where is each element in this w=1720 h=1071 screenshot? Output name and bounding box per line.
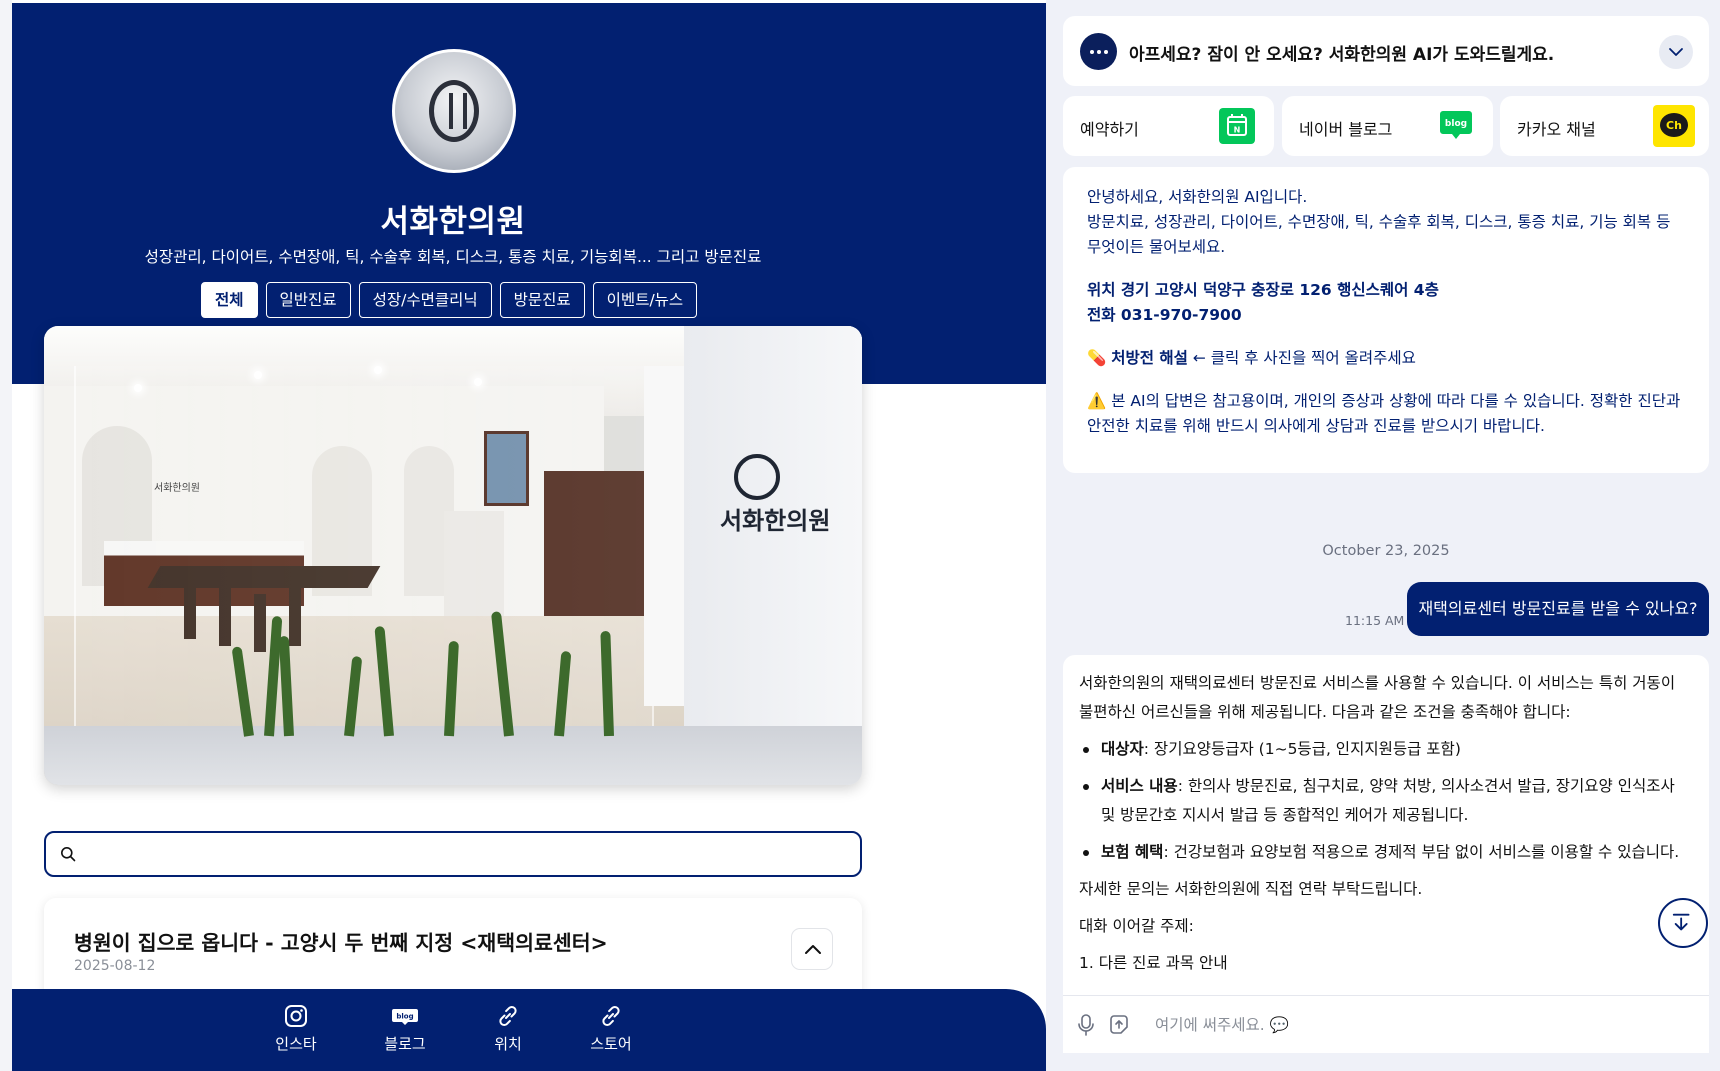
wall-sign-text: 서화한의원 [720,507,831,535]
quick-link-naver-blog[interactable]: 네이버 블로그 blog [1282,96,1493,156]
followup-topic-1[interactable]: 1. 다른 진료 과목 안내 [1079,949,1693,978]
svg-text:Ch: Ch [1666,119,1682,132]
post-title[interactable]: 병원이 집으로 옵니다 - 고양시 두 번째 지정 <재택의료센터> [74,926,608,956]
clinic-phone[interactable]: 전화 031-970-7900 [1087,306,1242,324]
svg-text:blog: blog [396,1013,413,1021]
quick-link-booking[interactable]: 예약하기 N [1063,96,1274,156]
user-message-time: 11:15 AM [1345,613,1405,628]
instagram-icon [285,1005,307,1027]
clinic-description: 성장관리, 다이어트, 수면장애, 틱, 수술후 회복, 디스크, 통증 치료,… [144,248,762,266]
prescription-explain-link[interactable]: 💊 처방전 해설 ← 클릭 후 사진을 찍어 올려주세요 [1087,346,1685,371]
search-bar [44,831,862,877]
answer-list: 대상자: 장기요양등급자 (1~5등급, 인지지원등급 포함) 서비스 내용: … [1079,735,1693,867]
message-input[interactable] [1155,1010,1675,1040]
nav-blog[interactable]: blog 블로그 [370,1003,440,1054]
user-message: 재택의료센터 방문진료를 받을 수 있나요? [1407,582,1709,636]
search-input[interactable] [86,839,846,869]
svg-text:blog: blog [1445,119,1467,129]
tab-growth-sleep[interactable]: 성장/수면클리닉 [358,282,492,318]
collapse-button[interactable] [791,928,833,970]
page-gutter [0,0,12,1071]
message-composer [1063,995,1709,1053]
followup-label: 대화 이어갈 주제: [1079,917,1194,935]
chevron-down-icon [1669,48,1683,56]
clinic-profile-page: 서화한의원 성장관리, 다이어트, 수면장애, 틱, 수술후 회복, 디스크, … [0,0,1046,1071]
list-item: 대상자: 장기요양등급자 (1~5등급, 인지지원등급 포함) [1079,735,1693,764]
welcome-greeting: 안녕하세요, 서화한의원 AI입니다. [1087,188,1308,206]
chat-date-separator: October 23, 2025 [1322,543,1450,559]
clinic-logo-icon [429,80,479,142]
nav-store[interactable]: 스토어 [576,1003,646,1054]
ai-answer-message: 서화한의원의 재택의료센터 방문진료 서비스를 사용할 수 있습니다. 이 서비… [1063,655,1709,995]
ai-disclaimer: 본 AI의 답변은 참고용이며, 개인의 증상과 상황에 따라 다를 수 있습니… [1087,392,1681,435]
tab-home-visit[interactable]: 방문진료 [499,282,585,318]
answer-intro: 서화한의원의 재택의료센터 방문진료 서비스를 사용할 수 있습니다. 이 서비… [1079,674,1676,721]
bot-avatar-icon [1080,33,1117,70]
scroll-to-bottom-button[interactable] [1658,898,1708,948]
list-item: 보험 혜택: 건강보험과 요양보험 적용으로 경제적 부담 없이 서비스를 이용… [1079,838,1693,867]
welcome-intro: 방문치료, 성장관리, 다이어트, 수면장애, 틱, 수술후 회복, 디스크, … [1087,213,1671,256]
chevron-up-icon [805,945,821,954]
clinic-location: 위치 경기 고양시 덕양구 충장로 126 행신스퀘어 4층 [1087,281,1439,299]
counter-sign-text: 서화한의원 [154,483,200,494]
clinic-avatar [392,49,516,173]
answer-closing: 자세한 문의는 서화한의원에 직접 연락 부탁드립니다. [1079,880,1423,898]
ai-chat-panel: 아프세요? 잠이 안 오세요? 서화한의원 AI가 도와드릴게요. 예약하기 N… [1046,0,1720,1071]
arrow-down-icon [1672,913,1690,931]
list-item: 서비스 내용: 한의사 방문진료, 침구치료, 양약 처방, 의사소견서 발급,… [1079,772,1693,830]
link-icon [602,1006,620,1026]
bottom-navigation: 인스타 blog 블로그 위치 스토어 [12,989,1046,1071]
collapse-chat-button[interactable] [1659,35,1693,69]
nav-location[interactable]: 위치 [473,1003,543,1054]
quick-link-kakao-label: 카카오 채널 [1517,120,1596,139]
tab-general[interactable]: 일반진료 [265,282,351,318]
nav-location-label: 위치 [494,1035,522,1053]
welcome-message: 안녕하세요, 서화한의원 AI입니다. 방문치료, 성장관리, 다이어트, 수면… [1063,167,1709,473]
tab-all[interactable]: 전체 [201,282,258,318]
post-date: 2025-08-12 [74,958,156,974]
category-tabs: 전체 일반진료 성장/수면클리닉 방문진료 이벤트/뉴스 [201,282,698,318]
wall-logo-icon [734,454,780,500]
svg-text:N: N [1234,126,1241,135]
clinic-interior-photo: 서화한의원 서화한의원 [44,326,862,785]
nav-store-label: 스토어 [590,1035,632,1053]
quick-link-blog-label: 네이버 블로그 [1299,120,1393,139]
tab-events-news[interactable]: 이벤트/뉴스 [592,282,698,318]
nav-instagram-label: 인스타 [275,1035,317,1053]
blog-icon: blog [392,1009,418,1025]
warning-icon: ⚠️ [1087,392,1107,410]
chat-header-title: 아프세요? 잠이 안 오세요? 서화한의원 AI가 도와드릴게요. [1129,45,1555,65]
naver-booking-icon: N [1219,108,1255,144]
naver-blog-icon: blog [1440,111,1472,139]
search-icon [61,847,76,862]
pill-icon: 💊 [1087,349,1107,367]
quick-link-kakao-channel[interactable]: 카카오 채널 Ch [1500,96,1709,156]
clinic-name: 서화한의원 [380,204,526,240]
nav-blog-label: 블로그 [384,1035,426,1053]
link-icon [499,1006,517,1026]
nav-instagram[interactable]: 인스타 [261,1003,331,1054]
quick-link-booking-label: 예약하기 [1080,120,1139,139]
microphone-icon[interactable] [1075,1013,1097,1037]
chat-header: 아프세요? 잠이 안 오세요? 서화한의원 AI가 도와드릴게요. [1063,16,1709,86]
prescription-label[interactable]: 처방전 해설 [1111,349,1188,367]
prescription-hint: ← 클릭 후 사진을 찍어 올려주세요 [1187,349,1416,367]
kakao-channel-icon: Ch [1653,105,1695,147]
upload-image-icon[interactable] [1107,1013,1131,1037]
